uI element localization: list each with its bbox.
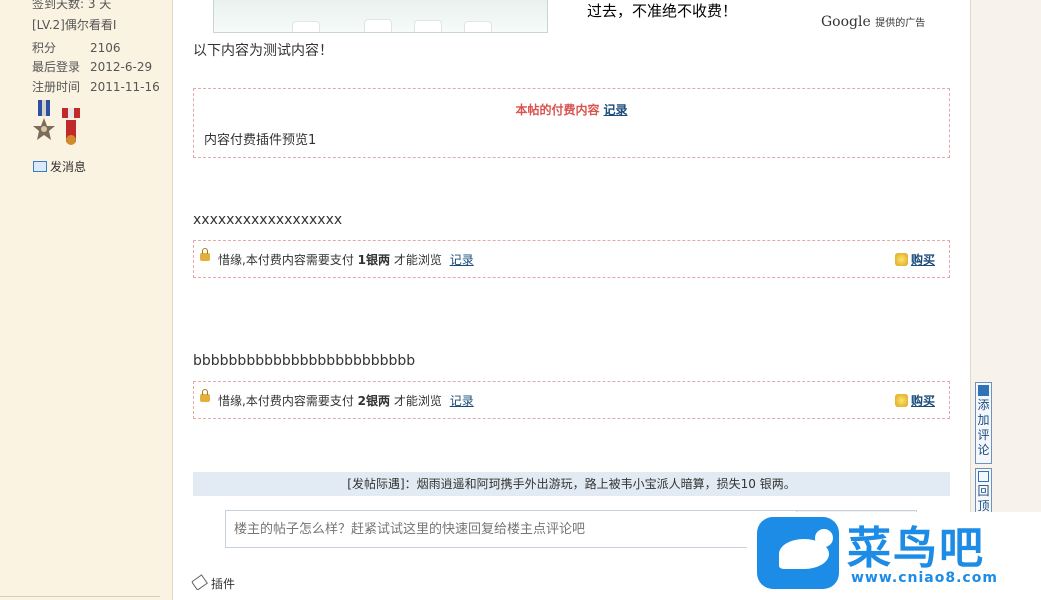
plugin-label: 插件 xyxy=(211,577,236,591)
pay-notice-prefix: 惜缘,本付费内容需要支付 xyxy=(218,394,354,408)
post-intro: 以下内容为测试内容！ xyxy=(193,43,333,59)
stat-label: 最后登录 xyxy=(32,60,81,74)
lock-icon xyxy=(200,248,210,261)
envelope-icon xyxy=(33,161,47,172)
ad-image[interactable] xyxy=(213,0,548,33)
pay-price: 2银两 xyxy=(357,394,391,408)
google-ads-suffix: 提供的广告 xyxy=(875,18,926,29)
stat-value: 2012-6-29 xyxy=(90,60,153,74)
pay-record-link[interactable]: 记录 xyxy=(450,253,474,267)
pay-notice-message: 惜缘,本付费内容需要支付 2银两 才能浏览 记录 xyxy=(218,392,474,409)
edit-icon xyxy=(978,385,989,396)
arrow-up-icon xyxy=(978,471,989,482)
author-sidebar: 签到天数: 3 天 [LV.2]偶尔看看I 积分 2106 最后登录 2012-6-… xyxy=(0,0,173,600)
divider xyxy=(0,596,160,597)
stat-points: 积分 2106 xyxy=(32,39,121,56)
pay-price: 1银两 xyxy=(357,253,391,267)
buy-label: 购买 xyxy=(910,253,935,267)
stat-register-date: 注册时间 2011-11-16 xyxy=(32,78,160,95)
user-level[interactable]: [LV.2]偶尔看看I xyxy=(32,16,116,33)
add-comment-button[interactable]: 添加评论 xyxy=(975,382,992,464)
paid-content-title: 本帖的付费内容 记录 xyxy=(194,101,949,118)
watermark-logo: 菜鸟吧 www.cniao8.com xyxy=(747,512,1041,600)
paid-content-box: 本帖的付费内容 记录 内容付费插件预览1 xyxy=(193,88,950,158)
pay-notice-suffix: 才能浏览 xyxy=(393,253,442,267)
pay-notice-suffix: 才能浏览 xyxy=(393,394,442,408)
watermark-name: 菜鸟吧 xyxy=(847,523,985,574)
medal-ribbon-icon[interactable] xyxy=(60,108,82,146)
signin-days: 签到天数: 3 天 xyxy=(32,0,112,11)
coin-icon xyxy=(894,253,908,266)
google-brand: Google xyxy=(821,14,871,30)
stat-value: 2106 xyxy=(90,41,121,55)
quick-reply-input[interactable] xyxy=(232,511,756,547)
plugin-link[interactable]: 插件 xyxy=(191,574,236,592)
post-text-2: bbbbbbbbbbbbbbbbbbbbbbbbb xyxy=(193,353,416,369)
medal-star-icon[interactable] xyxy=(32,100,56,146)
send-message-link[interactable]: 发消息 xyxy=(33,158,86,175)
coin-icon xyxy=(894,394,908,407)
stat-value: 2011-11-16 xyxy=(90,80,160,94)
send-message-label: 发消息 xyxy=(50,160,87,174)
paid-content-text: 内容付费插件预览1 xyxy=(204,133,317,148)
post-text-1: xxxxxxxxxxxxxxxxxx xyxy=(193,212,343,228)
pay-record-link[interactable]: 记录 xyxy=(450,394,474,408)
bird-logo-icon xyxy=(757,517,839,589)
event-notice: [发帖际遇]：烟雨逍遥和阿珂携手外出游玩，路上被韦小宝派人暗算，损失10 银两。 xyxy=(193,472,950,496)
watermark-url: www.cniao8.com xyxy=(851,570,998,586)
stat-label: 积分 xyxy=(32,41,57,55)
pay-notice-2: 惜缘,本付费内容需要支付 2银两 才能浏览 记录 购买 xyxy=(193,381,950,419)
stat-last-login: 最后登录 2012-6-29 xyxy=(32,58,152,75)
buy-button[interactable]: 购买 xyxy=(894,251,935,268)
google-ads-label[interactable]: Google 提供的广告 xyxy=(821,14,925,30)
post-content: 过去，不准绝不收费！ Google 提供的广告 以下内容为测试内容！ 本帖的付费… xyxy=(173,0,971,600)
pay-notice-1: 惜缘,本付费内容需要支付 1银两 才能浏览 记录 购买 xyxy=(193,240,950,278)
ad-text[interactable]: 过去，不准绝不收费！ xyxy=(587,0,737,21)
paid-record-link[interactable]: 记录 xyxy=(604,103,628,117)
stat-label: 注册时间 xyxy=(32,80,81,94)
tag-icon xyxy=(191,574,208,591)
add-comment-label: 添加评论 xyxy=(977,398,990,457)
buy-button[interactable]: 购买 xyxy=(894,392,935,409)
pay-notice-prefix: 惜缘,本付费内容需要支付 xyxy=(218,253,354,267)
buy-label: 购买 xyxy=(910,394,935,408)
lock-icon xyxy=(200,389,210,402)
pay-notice-message: 惜缘,本付费内容需要支付 1银两 才能浏览 记录 xyxy=(218,251,474,268)
paid-title-text: 本帖的付费内容 xyxy=(515,103,600,117)
